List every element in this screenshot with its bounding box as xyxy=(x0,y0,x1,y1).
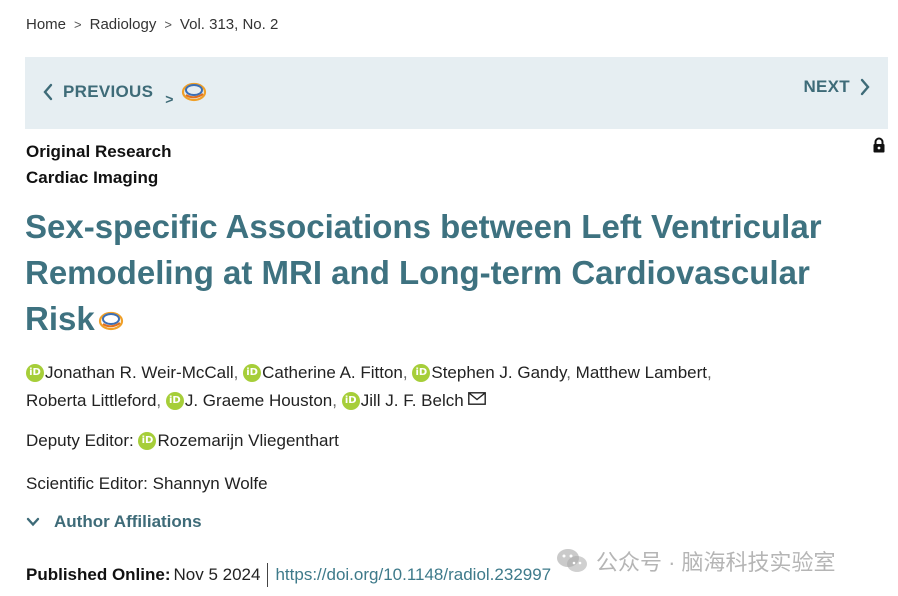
deputy-editor-name[interactable]: Rozemarijn Vliegenthart xyxy=(157,431,338,450)
author-list: iD Jonathan R. Weir-McCall, iD Catherine A… xyxy=(26,359,866,414)
divider xyxy=(267,563,269,587)
watermark-text: 公众号 · 脑海科技实验室 xyxy=(596,550,836,575)
chevron-right-icon xyxy=(860,78,870,96)
breadcrumb-home[interactable]: Home xyxy=(26,16,66,33)
orcid-icon[interactable]: iD xyxy=(165,392,184,410)
deputy-editor-label: Deputy Editor: xyxy=(26,431,134,450)
chevron-left-icon xyxy=(43,83,53,101)
breadcrumb-radiology[interactable]: Radiology xyxy=(90,16,157,33)
chevron-down-icon xyxy=(26,517,40,527)
wechat-icon xyxy=(556,547,588,575)
previous-article-link[interactable]: PREVIOUS > xyxy=(43,77,208,107)
doi-link[interactable]: https://doi.org/10.1148/radiol.232997 xyxy=(275,565,551,585)
author-link[interactable]: Roberta Littleford xyxy=(26,391,156,410)
publication-info: Published Online: Nov 5 2024 https://doi… xyxy=(26,563,551,587)
breadcrumb-separator: > xyxy=(74,17,82,32)
orcid-icon[interactable]: iD xyxy=(26,364,44,382)
article-section: Cardiac Imaging xyxy=(26,168,159,187)
breadcrumb: Home > Radiology > Vol. 313, No. 2 xyxy=(26,16,278,33)
orcid-icon[interactable]: iD xyxy=(412,364,431,382)
author-link[interactable]: J. Graeme Houston xyxy=(185,391,332,410)
article-category: Original Research Cardiac Imaging xyxy=(26,139,172,191)
published-label: Published Online: xyxy=(26,565,171,584)
watermark: 公众号 · 脑海科技实验室 xyxy=(556,545,836,577)
article-title: Sex-specific Associations between Left V… xyxy=(25,204,870,344)
deputy-editor: Deputy Editor: iD Rozemarijn Vliegenthart xyxy=(26,431,339,451)
journal-logo-icon xyxy=(180,81,208,103)
lock-icon xyxy=(872,137,886,158)
article-type: Original Research xyxy=(26,142,172,161)
mail-icon[interactable] xyxy=(467,386,486,413)
author-link[interactable]: Matthew Lambert xyxy=(576,363,707,382)
journal-logo-icon xyxy=(97,298,125,344)
published-date: Nov 5 2024 xyxy=(173,565,261,584)
orcid-icon[interactable]: iD xyxy=(138,432,157,450)
orcid-icon[interactable]: iD xyxy=(341,392,360,410)
author-affiliations-toggle[interactable]: Author Affiliations xyxy=(26,512,202,532)
orcid-icon[interactable]: iD xyxy=(243,364,262,382)
article-title-text: Sex-specific Associations between Left V… xyxy=(25,208,822,337)
next-label: NEXT xyxy=(803,77,850,96)
author-link[interactable]: Catherine A. Fitton xyxy=(262,363,403,382)
breadcrumb-separator: > xyxy=(164,17,172,32)
author-link[interactable]: Jill J. F. Belch xyxy=(361,391,464,410)
previous-label: PREVIOUS xyxy=(63,82,154,101)
small-arrow: > xyxy=(165,91,174,107)
article-navigation-bar: PREVIOUS > NEXT xyxy=(25,57,888,129)
author-link[interactable]: Stephen J. Gandy xyxy=(431,363,566,382)
next-article-link[interactable]: NEXT xyxy=(803,77,870,97)
scientific-editor-name: Shannyn Wolfe xyxy=(152,474,268,493)
scientific-editor-label: Scientific Editor: xyxy=(26,474,148,493)
scientific-editor: Scientific Editor: Shannyn Wolfe xyxy=(26,474,268,494)
breadcrumb-issue[interactable]: Vol. 313, No. 2 xyxy=(180,16,278,33)
author-link[interactable]: Jonathan R. Weir-McCall xyxy=(45,363,234,382)
author-affiliations-label: Author Affiliations xyxy=(54,512,202,531)
